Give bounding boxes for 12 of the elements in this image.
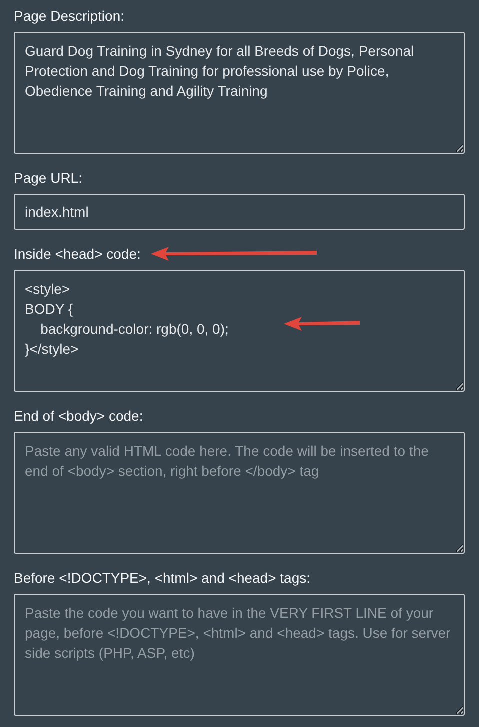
field-label: Before <!DOCTYPE>, <html> and <head> tags: <box>14 570 311 586</box>
text-area[interactable]: Paste any valid HTML code here. The code will be inserted to the end of <body> section, right before </body> tag <box>14 432 465 554</box>
field-label: End of <body> code: <box>14 408 144 424</box>
field-label: Inside <head> code: <box>14 246 141 262</box>
text-area[interactable]: Guard Dog Training in Sydney for all Breeds of Dogs, Personal Protection and Dog Training for professional use by Police, Obedience Training and Agility Training <box>14 32 465 154</box>
field-label: Page URL: <box>14 170 82 186</box>
input-field[interactable]: index.html <box>14 194 465 230</box>
text-area[interactable]: Paste the code you want to have in the VERY FIRST LINE of your page, before <!DOCTYPE>, <html> and <head> tags. Use for server side scripts (PHP, ASP, etc) <box>14 594 465 716</box>
arrow-icon <box>148 246 319 262</box>
field-label: Page Description: <box>14 8 125 24</box>
text-area[interactable]: <style> BODY { background-color: rgb(0, 0, 0); }</style> <box>14 270 465 392</box>
arrow-icon <box>282 316 362 332</box>
